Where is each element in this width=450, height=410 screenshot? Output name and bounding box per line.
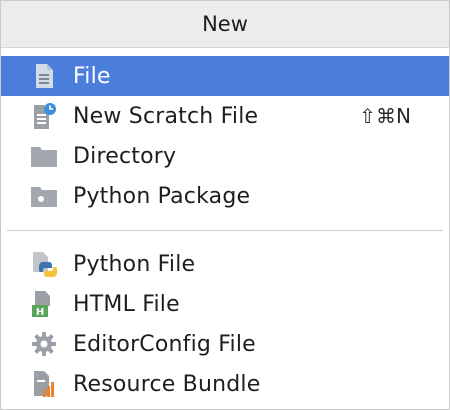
- menu-item-editorconfig-file[interactable]: EditorConfig File: [1, 324, 449, 364]
- resource-bundle-icon: [29, 369, 59, 399]
- new-popup-menu: New File New Scratch File ⇧⌘N Directory …: [0, 0, 450, 410]
- popup-title-text: New: [202, 12, 248, 36]
- menu-item-resource-bundle[interactable]: Resource Bundle: [1, 364, 449, 404]
- file-icon: [29, 61, 59, 91]
- menu-separator: [7, 230, 443, 231]
- scratch-file-icon: [29, 101, 59, 131]
- menu-item-file[interactable]: File: [1, 56, 449, 96]
- folder-icon: [29, 141, 59, 171]
- menu-item-label: Directory: [73, 143, 177, 169]
- package-folder-icon: [29, 181, 59, 211]
- menu-item-label: File: [73, 63, 111, 89]
- python-file-icon: [29, 249, 59, 279]
- menu-item-html-file[interactable]: H HTML File: [1, 284, 449, 324]
- menu-group-primary: File New Scratch File ⇧⌘N Directory Pyth…: [1, 48, 449, 216]
- svg-text:H: H: [36, 307, 44, 318]
- popup-title: New: [1, 1, 449, 48]
- gear-icon: [29, 329, 59, 359]
- menu-item-new-scratch-file[interactable]: New Scratch File ⇧⌘N: [1, 96, 449, 136]
- menu-item-python-file[interactable]: Python File: [1, 244, 449, 284]
- menu-item-label: Python Package: [73, 183, 251, 209]
- shortcut-label: ⇧⌘N: [359, 104, 411, 128]
- menu-item-label: Resource Bundle: [73, 371, 261, 397]
- menu-item-label: EditorConfig File: [73, 331, 256, 357]
- menu-item-label: HTML File: [73, 291, 180, 317]
- menu-item-directory[interactable]: Directory: [1, 136, 449, 176]
- menu-item-label: Python File: [73, 251, 196, 277]
- html-file-icon: H: [29, 289, 59, 319]
- menu-item-python-package[interactable]: Python Package: [1, 176, 449, 216]
- menu-item-label: New Scratch File: [73, 103, 259, 129]
- menu-group-file-types: Python File H HTML File EditorConfig Fil…: [1, 244, 449, 404]
